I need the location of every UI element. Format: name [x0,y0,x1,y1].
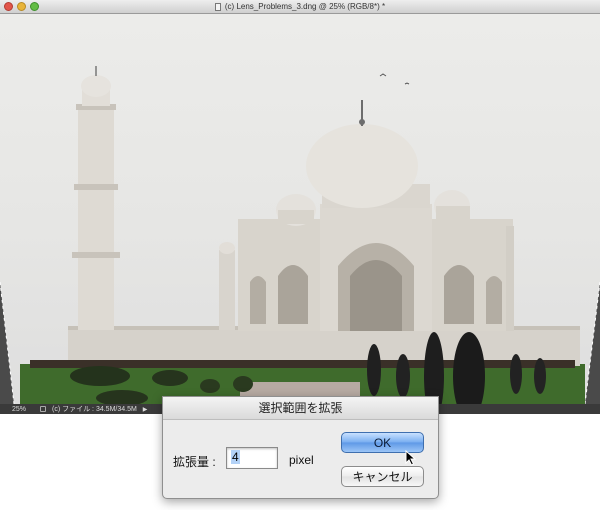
status-menu-arrow[interactable]: ▶ [143,406,148,413]
cancel-button[interactable]: キャンセル [341,466,424,487]
image-canvas[interactable] [0,14,600,404]
dialog-title: 選択範囲を拡張 [163,397,438,420]
document-icon [214,2,221,11]
ok-button-label: OK [373,435,392,450]
expand-selection-dialog: 選択範囲を拡張 拡張量 : 4 pixel OK キャンセル [162,396,439,499]
window-title-wrap: (c) Lens_Problems_3.dng @ 25% (RGB/8*) * [0,0,600,13]
taj-mahal-photo [0,66,600,404]
expand-amount-value: 4 [231,450,240,464]
expand-amount-label: 拡張量 : [173,455,216,469]
expand-amount-input[interactable]: 4 [226,447,278,469]
zoom-level[interactable]: 25% [0,406,40,413]
pointer-cursor-icon [405,450,417,466]
cancel-button-label: キャンセル [352,470,413,484]
window-title: (c) Lens_Problems_3.dng @ 25% (RGB/8*) * [224,2,386,11]
unit-label: pixel [289,453,314,467]
window-titlebar: (c) Lens_Problems_3.dng @ 25% (RGB/8*) * [0,0,600,14]
file-size-info: (c) ファイル : 34.5M/34.5M [52,406,137,413]
info-icon [40,406,46,412]
